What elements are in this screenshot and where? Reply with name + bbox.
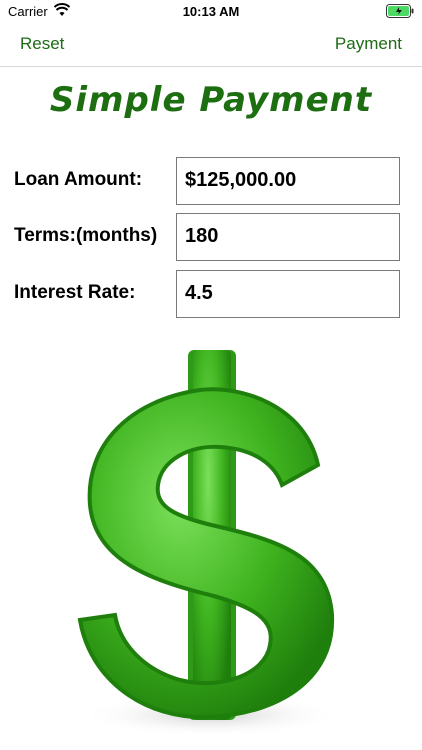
status-time: 10:13 AM [182,4,240,19]
loan-amount-row: Loan Amount: $125,000.00 [0,157,422,205]
loan-amount-label: Loan Amount: [14,169,143,190]
interest-rate-row: Interest Rate: 4.5 [0,270,422,318]
navigation-bar: Reset Payment [0,24,422,67]
terms-label: Terms:(months) [14,225,158,246]
interest-rate-label: Interest Rate: [14,282,136,303]
page-title: Simple Payment [49,80,373,120]
battery-icon [386,4,414,18]
payment-button[interactable]: Payment [335,34,402,54]
reset-button[interactable]: Reset [20,34,64,54]
loan-amount-field[interactable]: $125,000.00 [176,157,400,205]
terms-field[interactable]: 180 [176,213,400,261]
status-bar: Carrier 10:13 AM [0,0,422,24]
interest-rate-field[interactable]: 4.5 [176,270,400,318]
terms-row: Terms:(months) 180 [0,213,422,261]
dollar-sign-icon [77,350,340,737]
